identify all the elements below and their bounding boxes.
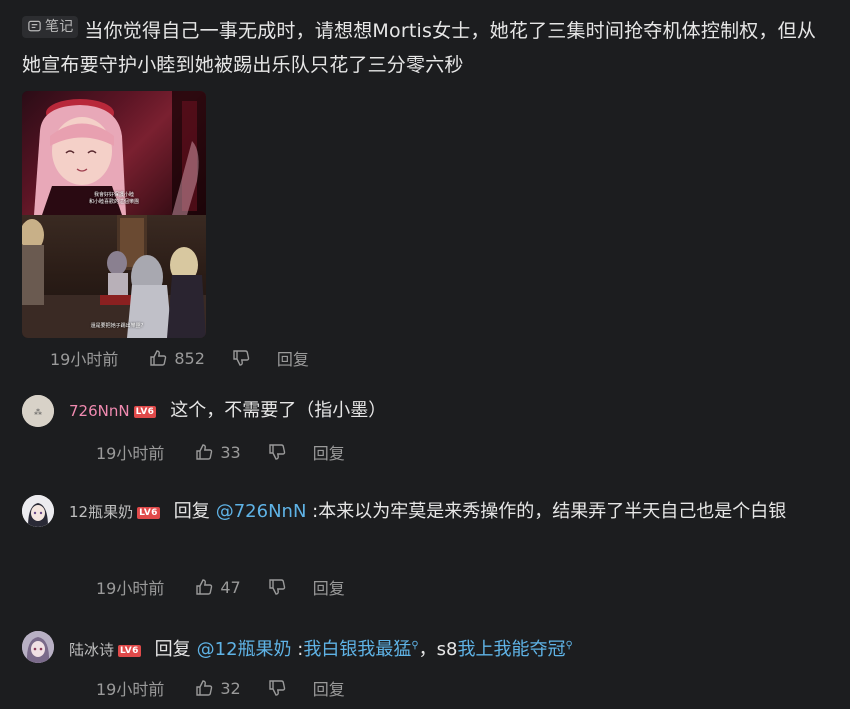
search-icon: ⚲ xyxy=(411,640,419,651)
note-icon xyxy=(28,20,41,32)
subtitle-bottom: 還是要把她子踢出樂團? xyxy=(90,323,144,329)
reply-button[interactable]: 回复 xyxy=(313,575,345,599)
dislike-button[interactable] xyxy=(267,577,287,597)
comment: 12瓶果奶 LV6 回复 @726NnN :本来以为牢莫是来秀操作的，结果弄了半天自己… xyxy=(22,494,832,574)
reply-button[interactable]: 回复 xyxy=(313,676,345,700)
dislike-button[interactable] xyxy=(267,678,287,698)
image-panel-top: 我會好好保護小睦 和小睦喜歡的這個樂團 xyxy=(22,91,206,215)
thumbs-up-icon xyxy=(150,350,167,366)
post-time: 19小时前 xyxy=(50,350,119,369)
note-tag-label: 笔记 xyxy=(45,18,74,35)
search-keyword-link[interactable]: 我白银我最猛⚲ xyxy=(303,639,418,660)
avatar-image xyxy=(22,495,54,527)
dislike-button[interactable] xyxy=(231,348,251,368)
like-count: 852 xyxy=(174,348,205,368)
thumbs-down-icon xyxy=(269,680,285,696)
thumbs-up-icon xyxy=(196,579,213,595)
username[interactable]: 726NnN xyxy=(69,402,130,420)
subtitle-top-1: 我會好好保護小睦 xyxy=(93,192,134,198)
avatar-image xyxy=(22,631,54,663)
note-tag[interactable]: 笔记 xyxy=(22,15,79,38)
like-count: 32 xyxy=(220,678,241,698)
avatar[interactable] xyxy=(22,495,54,527)
avatar-image: ⁂ xyxy=(22,395,54,427)
svg-text:⁂: ⁂ xyxy=(34,407,42,417)
comment-text: : xyxy=(291,639,304,660)
main-post: 笔记 当你觉得自己一事无成时，请想想Mortis女士，她花了三集时间抢夺机体控制… xyxy=(22,14,832,82)
like-button[interactable]: 32 xyxy=(194,678,241,698)
avatar[interactable] xyxy=(22,631,54,663)
thumbs-up-icon xyxy=(196,444,213,460)
thumbs-down-icon xyxy=(269,444,285,460)
comment-time: 19小时前 xyxy=(96,680,165,699)
band-scene-illustration xyxy=(22,215,206,338)
mention-link[interactable]: @12瓶果奶 xyxy=(197,639,292,660)
post-body: 当你觉得自己一事无成时，请想想Mortis女士，她花了三集时间抢夺机体控制权，但… xyxy=(22,20,817,76)
comment-body: 陆冰诗 LV6 回复 @12瓶果奶 :我白银我最猛⚲，s8我上我能夺冠⚲ xyxy=(69,627,839,669)
level-badge: LV6 xyxy=(133,406,157,418)
reply-button[interactable]: 回复 xyxy=(313,440,345,464)
reply-prefix: 回复 xyxy=(154,639,191,660)
post-text: 笔记 当你觉得自己一事无成时，请想想Mortis女士，她花了三集时间抢夺机体控制… xyxy=(22,14,832,82)
comment: 陆冰诗 LV6 回复 @12瓶果奶 :我白银我最猛⚲，s8我上我能夺冠⚲ xyxy=(22,630,832,670)
keyword-text: 我白银我最猛 xyxy=(303,639,412,660)
mention-link[interactable]: @726NnN xyxy=(216,501,307,522)
comment-text: 这个，不需要了（指小墨） xyxy=(170,400,387,421)
image-panel-bottom: 還是要把她子踢出樂團? xyxy=(22,215,206,338)
level-badge: LV6 xyxy=(118,645,141,657)
comment-body: 726NnN LV6 这个，不需要了（指小墨） xyxy=(69,392,839,430)
post-meta: 19小时前 852 回复 xyxy=(50,346,309,370)
comment-meta: 19小时前 47 回复 xyxy=(96,575,345,599)
search-keyword-link[interactable]: 我上我能夺冠⚲ xyxy=(458,639,573,660)
search-icon: ⚲ xyxy=(565,640,573,651)
dislike-button[interactable] xyxy=(267,442,287,462)
comment-text: ，s8 xyxy=(418,639,458,660)
level-badge: LV6 xyxy=(137,507,160,519)
username[interactable]: 陆冰诗 xyxy=(69,641,114,659)
post-image[interactable]: 我會好好保護小睦 和小睦喜歡的這個樂團 還是要把她子踢出樂團? xyxy=(22,91,206,338)
like-button[interactable]: 852 xyxy=(148,348,205,368)
like-count: 47 xyxy=(220,577,241,597)
comment-meta: 19小时前 32 回复 xyxy=(96,676,345,700)
thumbs-up-icon xyxy=(196,680,213,696)
like-button[interactable]: 33 xyxy=(194,442,241,462)
subtitle-top-2: 和小睦喜歡的這個樂團 xyxy=(88,199,139,205)
thumbs-down-icon xyxy=(269,579,285,595)
reply-prefix: 回复 xyxy=(173,501,210,522)
comment-meta: 19小时前 33 回复 xyxy=(96,440,345,464)
like-button[interactable]: 47 xyxy=(194,577,241,597)
comment-body: 12瓶果奶 LV6 回复 @726NnN :本来以为牢莫是来秀操作的，结果弄了半天自己… xyxy=(69,493,839,531)
comment-time: 19小时前 xyxy=(96,579,165,598)
keyword-text: 我上我能夺冠 xyxy=(457,639,566,660)
thumbs-down-icon xyxy=(233,350,250,366)
comment-time: 19小时前 xyxy=(96,444,165,463)
like-count: 33 xyxy=(220,442,241,462)
username[interactable]: 12瓶果奶 xyxy=(69,503,133,521)
comment-text: :本来以为牢莫是来秀操作的，结果弄了半天自己也是个白银 xyxy=(306,501,787,522)
reply-button[interactable]: 回复 xyxy=(277,346,309,370)
avatar[interactable]: ⁂ xyxy=(22,395,54,427)
